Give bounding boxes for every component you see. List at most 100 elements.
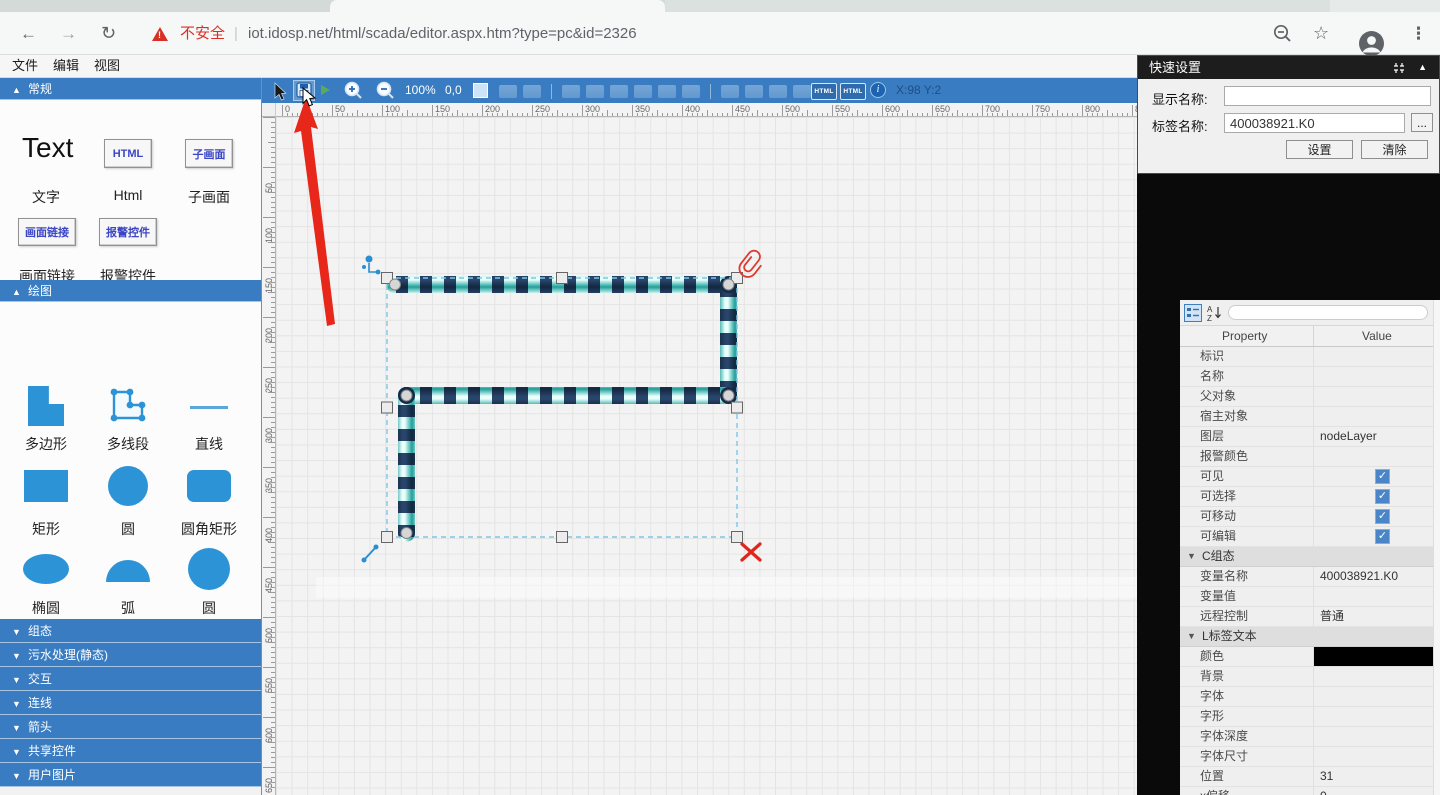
property-value[interactable]: nodeLayer	[1320, 427, 1377, 446]
property-value[interactable]: 400038921.K0	[1320, 567, 1398, 586]
same-width-icon[interactable]	[769, 85, 787, 98]
pipe-vertex-handle[interactable]	[401, 390, 412, 401]
alarm-widget-tool-button[interactable]: 报警控件	[99, 218, 157, 246]
html-export-icon[interactable]: HTML	[811, 83, 837, 100]
select-cursor-icon[interactable]	[272, 82, 288, 101]
sidebar-section-collapsed[interactable]: ▼污水处理(静态)	[0, 643, 261, 667]
active-tab[interactable]	[330, 0, 665, 12]
property-row[interactable]: 字形	[1180, 707, 1433, 727]
align-bottom-icon[interactable]	[682, 85, 700, 98]
canvas-settings-icon[interactable]	[473, 83, 488, 98]
html-tool-button[interactable]: HTML	[104, 139, 152, 168]
pipe-vertex-handle[interactable]	[390, 279, 401, 290]
circle-shape-icon[interactable]	[108, 466, 148, 506]
property-row[interactable]: 名称	[1180, 367, 1433, 387]
menu-file[interactable]: 文件	[12, 55, 38, 77]
design-canvas[interactable]	[276, 117, 1137, 795]
align-right-icon[interactable]	[610, 85, 628, 98]
send-to-back-icon[interactable]	[523, 85, 541, 98]
property-row[interactable]: 远程控制普通	[1180, 607, 1433, 627]
property-row[interactable]: 字体尺寸	[1180, 747, 1433, 767]
security-warning-label[interactable]: 不安全	[180, 12, 225, 55]
pipe-segment[interactable]	[720, 276, 737, 404]
pipe-vertex-handle[interactable]	[401, 528, 412, 539]
vertex-edit-icon[interactable]	[362, 256, 380, 275]
quick-settings-header[interactable]: 快速设置 ▲	[1138, 56, 1439, 79]
polygon-shape-icon[interactable]	[28, 386, 64, 426]
property-row[interactable]: 可见✓	[1180, 467, 1433, 487]
bring-to-front-icon[interactable]	[499, 85, 517, 98]
align-center-icon[interactable]	[586, 85, 604, 98]
sidebar-section-collapsed[interactable]: ▼组态	[0, 619, 261, 643]
tag-name-input[interactable]	[1224, 113, 1405, 133]
sidebar-section-collapsed[interactable]: ▼用户图片	[0, 763, 261, 787]
same-height-icon[interactable]	[793, 85, 811, 98]
subscreen-tool-button[interactable]: 子画面	[185, 139, 233, 168]
sidebar-section-collapsed[interactable]: ▼交互	[0, 667, 261, 691]
set-button[interactable]: 设置	[1286, 140, 1353, 159]
property-row[interactable]: 父对象	[1180, 387, 1433, 407]
sidebar-section-collapsed[interactable]: ▼共享控件	[0, 739, 261, 763]
property-value[interactable]: 0	[1320, 787, 1327, 795]
property-checkbox[interactable]: ✓	[1375, 489, 1390, 504]
profile-avatar-icon[interactable]	[1358, 30, 1385, 57]
save-button[interactable]	[293, 80, 315, 101]
sort-az-icon[interactable]: A Z	[1206, 304, 1224, 322]
property-filter-box[interactable]	[1228, 305, 1428, 320]
selection-handle[interactable]	[732, 532, 743, 543]
address-bar-url[interactable]: iot.idosp.net/html/scada/editor.aspx.htm…	[248, 12, 637, 55]
property-color-swatch[interactable]	[1314, 647, 1433, 666]
property-row[interactable]: 背景	[1180, 667, 1433, 687]
property-row[interactable]: 标识	[1180, 347, 1433, 367]
arc-shape-icon[interactable]	[106, 560, 150, 582]
screen-link-tool-button[interactable]: 画面链接	[18, 218, 76, 246]
property-row[interactable]: 变量名称400038921.K0	[1180, 567, 1433, 587]
forward-icon[interactable]: →	[60, 12, 77, 55]
distribute-horizontal-icon[interactable]	[721, 85, 739, 98]
rectangle-shape-icon[interactable]	[24, 470, 68, 502]
dock-icon[interactable]	[1393, 62, 1405, 74]
delete-x-icon[interactable]	[742, 544, 760, 560]
tag-browse-button[interactable]: ...	[1411, 113, 1433, 132]
zoom-out-icon[interactable]	[376, 81, 395, 100]
text-tool-preview[interactable]: Text	[22, 132, 73, 164]
reload-icon[interactable]: ↻	[101, 12, 116, 55]
property-checkbox[interactable]: ✓	[1375, 469, 1390, 484]
rounded-rect-shape-icon[interactable]	[187, 470, 231, 502]
menu-view[interactable]: 视图	[94, 55, 120, 77]
pipe-vertex-handle[interactable]	[723, 279, 734, 290]
selection-handle[interactable]	[732, 402, 743, 413]
selection-handle[interactable]	[382, 402, 393, 413]
collapse-panel-icon[interactable]: ▲	[1418, 56, 1427, 79]
info-icon[interactable]: i	[870, 82, 886, 98]
selection-handle[interactable]	[382, 532, 393, 543]
ellipse-shape-icon[interactable]	[23, 554, 69, 584]
property-row[interactable]: 变量值	[1180, 587, 1433, 607]
property-row[interactable]: 可编辑✓	[1180, 527, 1433, 547]
browser-menu-icon[interactable]: ⋮	[1410, 12, 1427, 55]
sidebar-section-collapsed[interactable]: ▼箭头	[0, 715, 261, 739]
property-row[interactable]: 颜色	[1180, 647, 1433, 667]
zoom-in-icon[interactable]	[344, 81, 363, 100]
pipe-vertex-handle[interactable]	[723, 390, 734, 401]
selection-handle[interactable]	[557, 273, 568, 284]
property-group-row[interactable]: ▼L标签文本	[1180, 627, 1433, 647]
property-row[interactable]: 可移动✓	[1180, 507, 1433, 527]
line-shape-icon[interactable]	[190, 406, 228, 409]
property-row[interactable]: 宿主对象	[1180, 407, 1433, 427]
align-top-icon[interactable]	[634, 85, 652, 98]
property-value[interactable]: 普通	[1320, 607, 1344, 626]
pipe-segment[interactable]	[398, 387, 415, 542]
property-row[interactable]: 字体	[1180, 687, 1433, 707]
property-scrollbar[interactable]	[1433, 300, 1440, 795]
html-export2-icon[interactable]: HTML	[840, 83, 866, 100]
selection-handle[interactable]	[557, 532, 568, 543]
property-row[interactable]: 可选择✓	[1180, 487, 1433, 507]
bookmark-star-icon[interactable]: ☆	[1313, 12, 1329, 55]
sidebar-section-collapsed[interactable]: ▼连线	[0, 691, 261, 715]
align-left-icon[interactable]	[562, 85, 580, 98]
property-group-row[interactable]: ▼C组态	[1180, 547, 1433, 567]
align-middle-icon[interactable]	[658, 85, 676, 98]
property-value[interactable]: 31	[1320, 767, 1333, 786]
sidebar-section-general[interactable]: ▲常规	[0, 78, 261, 100]
